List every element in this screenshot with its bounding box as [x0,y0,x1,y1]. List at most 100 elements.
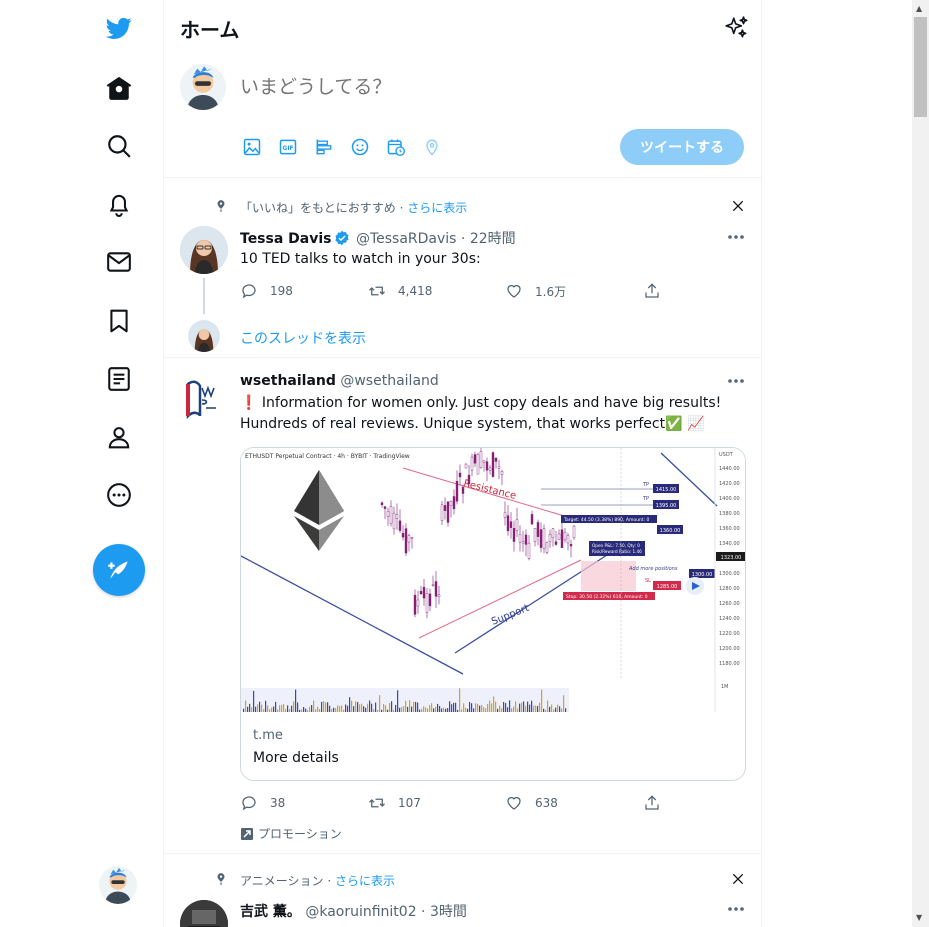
volume-bar [491,703,493,712]
candle-body [407,535,411,543]
volume-bar [365,707,367,712]
volume-bar [455,702,457,712]
image-icon[interactable] [240,135,263,158]
list-icon[interactable] [104,364,134,394]
location-icon[interactable] [420,135,443,158]
volume-bar [475,703,477,712]
account-avatar[interactable] [99,866,137,904]
more-options-icon[interactable] [726,905,746,913]
reply-button[interactable]: 38 [240,794,285,812]
candle-body [395,514,399,519]
share-button[interactable] [643,282,661,300]
emoji-icon[interactable] [348,135,371,158]
avatar[interactable] [180,374,228,422]
volume-bar [271,707,273,712]
price-axis-tick: 1240.00 [719,616,740,622]
like-button[interactable]: 638 [505,794,558,812]
bookmark-icon[interactable] [104,306,134,336]
tweet-button[interactable]: ツイートする [620,129,744,165]
volume-bar [423,706,425,712]
twitter-logo-icon[interactable] [104,13,134,43]
current-price-text: 1323.00 [721,555,742,561]
volume-bar [551,704,553,712]
stop-info-text: Stop: 30.50 (2.32%) 610, Amount: 0 [566,594,648,600]
volume-axis-tick: 1M [721,684,729,690]
more-options-icon[interactable] [726,233,746,241]
composer-toolbar: GIF [240,135,443,158]
volume-bar [513,706,515,712]
volume-bar [257,704,259,712]
tweet-kaoru[interactable]: アニメーション · さらに表示 吉武 薫。 @kaoruinfinit02 · … [164,854,761,927]
tweet-tessa[interactable]: 「いいね」をもとにおすすめ · さらに表示 Tessa Davis @Tessa… [164,178,761,358]
avatar[interactable] [180,900,228,927]
more-circle-icon[interactable] [104,480,134,510]
volume-bar [359,704,361,712]
volume-bar [373,709,375,712]
volume-bar [559,706,561,712]
poll-icon[interactable] [312,135,335,158]
promoted-icon [241,827,253,840]
volume-bar [275,701,277,712]
context-more-link[interactable]: さらに表示 [335,874,395,888]
volume-bar [557,704,559,712]
volume-bar [321,701,323,712]
volume-bar [547,700,549,712]
volume-bar [259,701,261,712]
author-handle[interactable]: @wsethailand [340,373,438,389]
show-thread-link[interactable]: このスレッドを表示 [240,328,366,348]
link-card[interactable]: ETHUSDT Perpetual Contract · 4h · BYBIT … [240,447,746,781]
volume-bar [411,706,413,712]
author-handle[interactable]: @kaoruinfinit02 · 3時間 [305,904,467,920]
tweet-text-line: Hundreds of real reviews. Unique system,… [240,416,705,432]
volume-bar [285,709,287,712]
target-info-text: Target: 44.50 (3.38%) 890, Amount: 0 [563,517,649,523]
home-icon[interactable] [104,73,134,103]
card-title[interactable]: More details [253,750,339,766]
price-axis-tick: 1440.00 [719,466,740,472]
compose-tweet-button[interactable] [93,544,145,596]
context-more-link[interactable]: さらに表示 [407,201,467,215]
volume-bar [433,708,435,712]
share-button[interactable] [643,794,661,812]
candle-body [524,534,528,545]
author-name[interactable]: wsethailand [240,373,336,389]
candle-body [476,454,480,475]
author-name[interactable]: Tessa Davis [240,231,332,247]
close-icon[interactable] [730,871,746,887]
schedule-icon[interactable] [384,135,407,158]
candle-body [386,510,390,517]
mail-icon[interactable] [104,247,134,277]
tweet-context: 「いいね」をもとにおすすめ · さらに表示 [240,199,467,216]
volume-bar [297,702,299,712]
volume-bar [417,702,419,712]
retweet-button[interactable]: 4,418 [368,282,432,300]
author-name[interactable]: 吉武 薫。 [240,904,301,920]
thread-line [203,278,205,314]
scrollbar-thumb[interactable] [914,17,927,117]
volume-bar [471,703,473,712]
author-handle[interactable]: @TessaRDavis · 22時間 [356,231,516,247]
retweet-button[interactable]: 107 [368,794,421,812]
sparkle-icon[interactable] [724,15,750,41]
close-icon[interactable] [730,198,746,214]
like-button[interactable]: 1.6万 [505,282,566,300]
volume-bar [555,707,557,712]
pin-icon [217,873,225,885]
search-icon[interactable] [104,131,134,161]
compose-input[interactable] [240,76,720,98]
profile-icon[interactable] [104,422,134,452]
promoted-text: プロモーション [258,827,342,841]
bell-icon[interactable] [104,189,134,219]
scroll-down-arrow[interactable]: ▼ [916,913,922,922]
page-scrollbar[interactable]: ▲ ▼ [912,0,929,927]
volume-bar [533,705,535,712]
scroll-up-arrow[interactable]: ▲ [916,4,922,13]
avatar[interactable] [180,226,228,274]
volume-bar [249,703,251,712]
more-options-icon[interactable] [726,377,746,385]
tweet-header: Tessa Davis @TessaRDavis · 22時間 [240,228,516,248]
volume-bar [375,702,377,712]
reply-button[interactable]: 198 [240,282,293,300]
candle-body [506,515,510,532]
gif-icon[interactable]: GIF [276,135,299,158]
